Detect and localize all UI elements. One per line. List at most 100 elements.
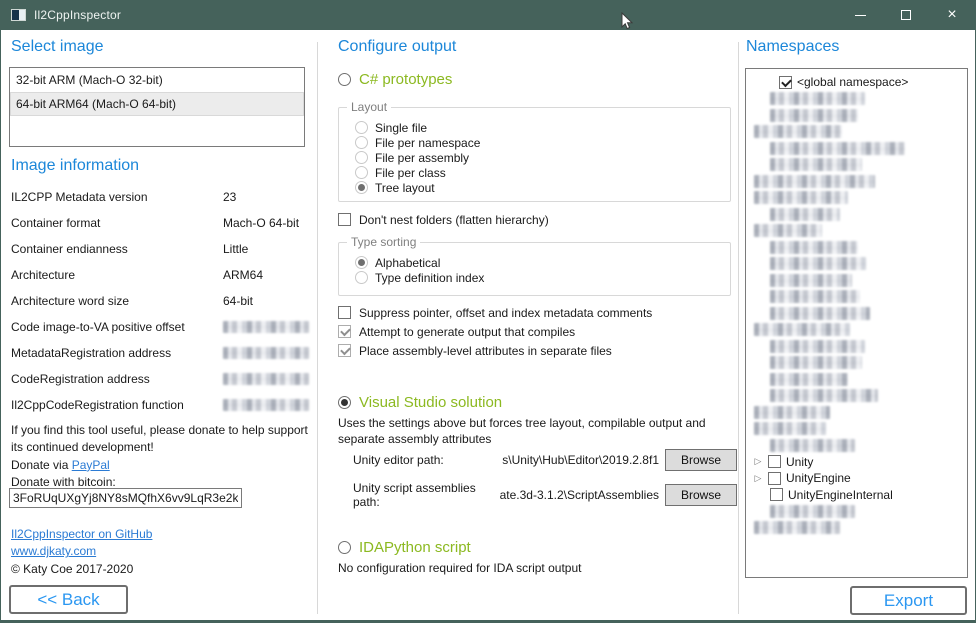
checkbox-icon xyxy=(338,213,351,226)
unity-script-browse-button[interactable]: Browse xyxy=(665,484,737,506)
image-list-item[interactable]: 64-bit ARM64 (Mach-O 64-bit) xyxy=(10,92,304,116)
radio-option[interactable]: Tree layout xyxy=(355,180,730,195)
info-row: CodeRegistration address xyxy=(11,366,311,392)
namespace-item-redacted xyxy=(746,404,967,421)
expander-icon[interactable]: ▷ xyxy=(752,473,764,484)
info-row: Container endiannessLittle xyxy=(11,236,311,262)
option-checkbox-row[interactable]: Place assembly-level attributes in separ… xyxy=(338,341,652,360)
maximize-icon xyxy=(901,10,911,20)
radio-option[interactable]: Alphabetical xyxy=(355,255,730,270)
github-link[interactable]: Il2CppInspector on GitHub xyxy=(11,527,152,541)
namespace-item[interactable]: ▷ UnityEngine xyxy=(746,470,967,487)
info-value-redacted xyxy=(223,347,309,359)
close-button[interactable]: × xyxy=(929,0,975,30)
redacted-namespace xyxy=(770,142,905,155)
checkbox-icon xyxy=(338,325,351,338)
redacted-namespace xyxy=(770,439,855,452)
radio-option-label: Alphabetical xyxy=(375,256,440,270)
copyright-text: © Katy Coe 2017-2020 xyxy=(11,562,133,576)
info-row: Il2CppCodeRegistration function xyxy=(11,392,311,418)
info-value: ARM64 xyxy=(223,268,263,282)
option-checkbox-row[interactable]: Attempt to generate output that compiles xyxy=(338,322,652,341)
info-label: Architecture xyxy=(11,268,223,282)
paypal-link[interactable]: PayPal xyxy=(72,458,110,472)
radio-icon xyxy=(355,271,368,284)
minimize-icon xyxy=(855,15,866,16)
namespace-checkbox[interactable] xyxy=(768,472,781,485)
redacted-namespace xyxy=(770,307,870,320)
namespace-item[interactable]: <global namespace> xyxy=(746,74,967,91)
radio-option[interactable]: File per assembly xyxy=(355,150,730,165)
bitcoin-address-input[interactable] xyxy=(9,488,242,508)
minimize-button[interactable] xyxy=(837,0,883,30)
titlebar: Il2CppInspector × xyxy=(1,0,975,30)
namespace-checkbox[interactable] xyxy=(779,76,792,89)
select-image-header: Select image xyxy=(11,38,104,56)
info-value-redacted xyxy=(223,399,309,411)
image-list-item[interactable]: 32-bit ARM (Mach-O 32-bit) xyxy=(10,68,304,92)
idapython-radio[interactable]: IDAPython script xyxy=(338,536,471,558)
redacted-namespace xyxy=(770,92,865,105)
redacted-namespace xyxy=(770,274,852,287)
info-label: Il2CppCodeRegistration function xyxy=(11,398,223,412)
option-checkbox-row[interactable]: Suppress pointer, offset and index metad… xyxy=(338,303,652,322)
info-value: 23 xyxy=(223,190,236,204)
redacted-namespace xyxy=(770,241,858,254)
redacted-namespace xyxy=(770,373,848,386)
info-value-redacted xyxy=(223,321,309,333)
namespace-checkbox[interactable] xyxy=(768,455,781,468)
namespace-item[interactable]: UnityEngineInternal xyxy=(746,487,967,504)
redacted-namespace xyxy=(770,356,862,369)
image-list[interactable]: 32-bit ARM (Mach-O 32-bit)64-bit ARM64 (… xyxy=(9,67,305,147)
namespace-item-redacted xyxy=(746,157,967,174)
info-label: Container format xyxy=(11,216,223,230)
info-row: MetadataRegistration address xyxy=(11,340,311,366)
option-checkbox-label: Attempt to generate output that compiles xyxy=(359,325,575,339)
unity-editor-browse-button[interactable]: Browse xyxy=(665,449,737,471)
visual-studio-radio[interactable]: Visual Studio solution xyxy=(338,391,502,413)
unity-script-path-label: Unity script assemblies path: xyxy=(353,481,498,509)
namespace-item-redacted xyxy=(746,190,967,207)
radio-icon xyxy=(338,541,351,554)
expander-icon[interactable]: ▷ xyxy=(752,456,764,467)
donate-text: If you find this tool useful, please don… xyxy=(11,422,315,492)
website-link[interactable]: www.djkaty.com xyxy=(11,544,96,558)
radio-icon xyxy=(355,136,368,149)
layout-options: Single fileFile per namespaceFile per as… xyxy=(339,108,730,195)
namespace-label: UnityEngineInternal xyxy=(788,488,893,502)
redacted-namespace xyxy=(754,175,875,188)
namespace-label: UnityEngine xyxy=(786,471,851,485)
export-button[interactable]: Export xyxy=(850,586,967,615)
radio-option[interactable]: Type definition index xyxy=(355,270,730,285)
redacted-namespace xyxy=(754,406,830,419)
namespace-item[interactable]: ▷Unity xyxy=(746,454,967,471)
info-label: Architecture word size xyxy=(11,294,223,308)
namespace-item-redacted xyxy=(746,256,967,273)
namespace-item-redacted xyxy=(746,124,967,141)
namespaces-header: Namespaces xyxy=(746,38,839,56)
namespace-list[interactable]: <global namespace>▷Unity▷UnityEngineUnit… xyxy=(745,68,968,578)
idapython-label: IDAPython script xyxy=(359,539,471,556)
info-row: Container formatMach-O 64-bit xyxy=(11,210,311,236)
unity-editor-path-label: Unity editor path: xyxy=(353,453,498,467)
redacted-namespace xyxy=(770,290,860,303)
maximize-button[interactable] xyxy=(883,0,929,30)
visual-studio-description: Uses the settings above but forces tree … xyxy=(338,415,730,447)
radio-option[interactable]: Single file xyxy=(355,120,730,135)
radio-option-label: File per namespace xyxy=(375,136,480,150)
radio-option[interactable]: File per namespace xyxy=(355,135,730,150)
csharp-prototypes-radio[interactable]: C# prototypes xyxy=(338,68,452,90)
flatten-checkbox-row[interactable]: Don't nest folders (flatten hierarchy) xyxy=(338,210,549,229)
radio-option[interactable]: File per class xyxy=(355,165,730,180)
redacted-namespace xyxy=(770,340,865,353)
info-label: IL2CPP Metadata version xyxy=(11,190,223,204)
radio-icon xyxy=(355,181,368,194)
back-button[interactable]: << Back xyxy=(9,585,128,614)
idapython-description: No configuration required for IDA script… xyxy=(338,560,730,576)
namespace-label: <global namespace> xyxy=(797,75,908,89)
unity-script-path-value: ate.3d-3.1.2\ScriptAssemblies xyxy=(498,488,659,502)
radio-icon xyxy=(355,166,368,179)
namespace-item-redacted xyxy=(746,289,967,306)
radio-icon xyxy=(338,73,351,86)
namespace-checkbox[interactable] xyxy=(770,488,783,501)
